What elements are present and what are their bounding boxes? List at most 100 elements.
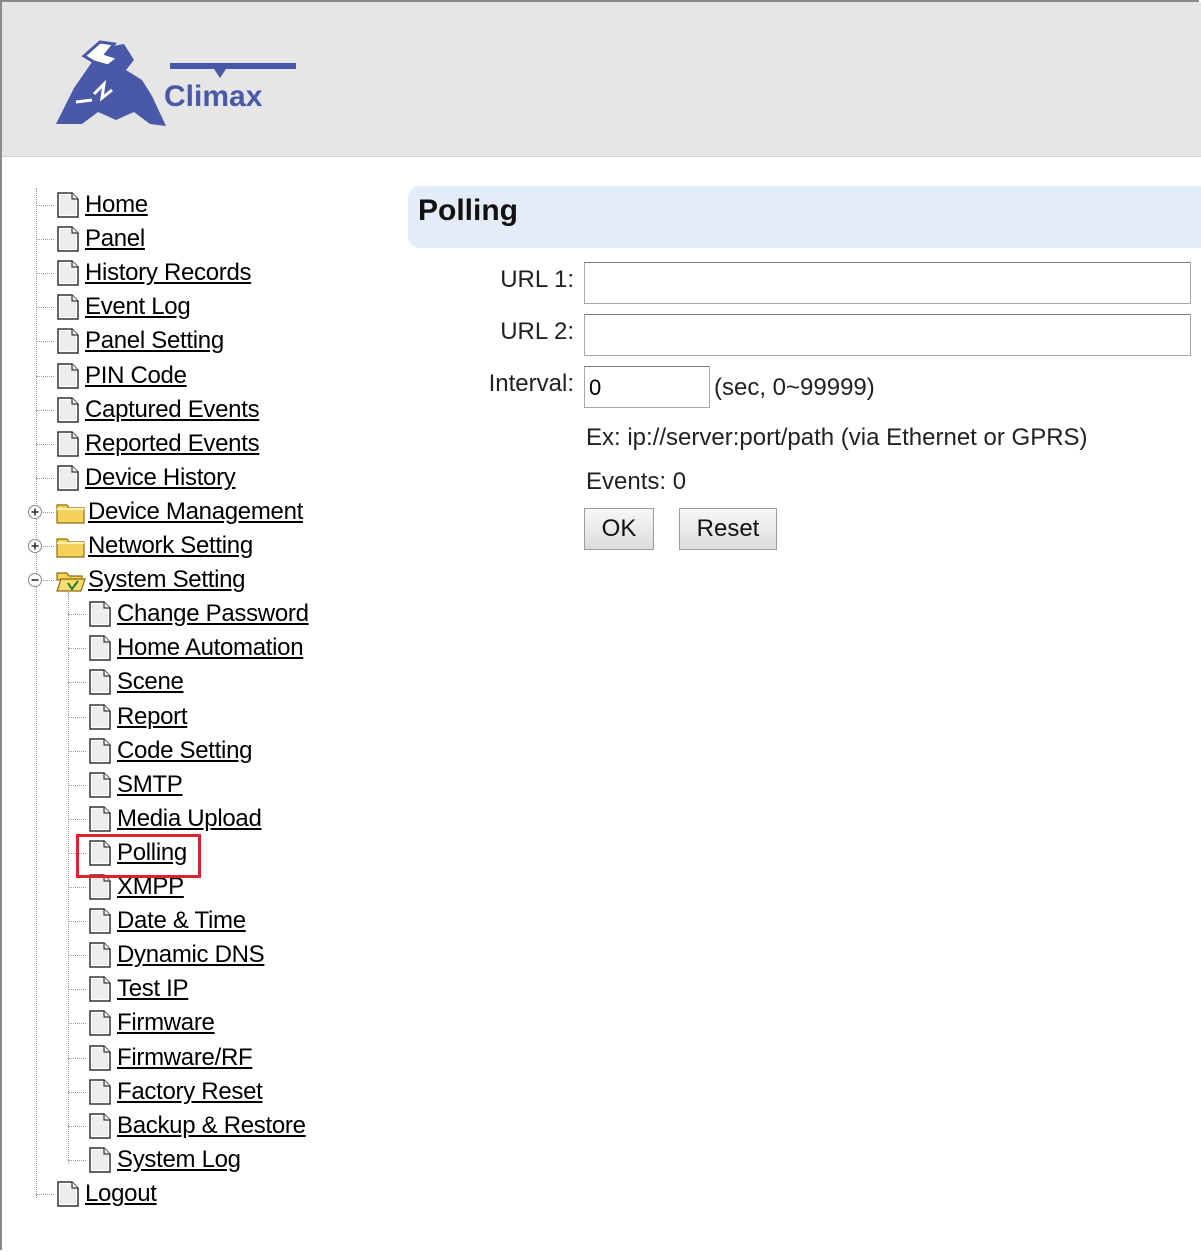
tree-item-code-setting[interactable]: Code Setting: [88, 734, 252, 768]
tree-line: [36, 273, 54, 274]
tree-item-network-setting[interactable]: Network Setting: [56, 529, 253, 563]
tree-item-dynamic-dns[interactable]: Dynamic DNS: [88, 938, 265, 972]
tree-line: [68, 1023, 86, 1024]
url1-input[interactable]: [584, 262, 1191, 304]
tree-link[interactable]: Reported Events: [85, 430, 260, 458]
tree-link[interactable]: Device Management: [88, 498, 303, 526]
tree-link[interactable]: System Log: [117, 1146, 241, 1174]
tree-line: [68, 1126, 86, 1127]
tree-item-test-ip[interactable]: Test IP: [88, 972, 189, 1006]
tree-line: [36, 410, 54, 411]
interval-input[interactable]: 0: [584, 366, 710, 408]
tree-link[interactable]: Firmware/RF: [117, 1044, 253, 1072]
tree-link[interactable]: Panel: [85, 225, 145, 253]
tree-link[interactable]: Panel Setting: [85, 327, 224, 355]
tree-line: [68, 717, 86, 718]
tree-item-home-automation[interactable]: Home Automation: [88, 631, 304, 665]
tree-item-scene[interactable]: Scene: [88, 665, 184, 699]
tree-item-media-upload[interactable]: Media Upload: [88, 802, 262, 836]
tree-item-firmware-rf[interactable]: Firmware/RF: [88, 1041, 253, 1075]
events-count: Events: 0: [586, 468, 687, 495]
expand-icon[interactable]: [27, 504, 43, 520]
tree-link[interactable]: History Records: [85, 259, 252, 287]
expand-icon[interactable]: [27, 538, 43, 554]
tree-link[interactable]: Logout: [85, 1180, 157, 1208]
reset-button[interactable]: Reset: [679, 508, 777, 550]
tree-item-logout[interactable]: Logout: [56, 1177, 157, 1211]
tree-item-report[interactable]: Report: [88, 700, 188, 734]
tree-link[interactable]: Change Password: [117, 600, 309, 628]
tree-line: [36, 205, 54, 206]
tree-link[interactable]: Captured Events: [85, 396, 260, 424]
page-icon: [56, 465, 85, 491]
tree-item-firmware[interactable]: Firmware: [88, 1006, 215, 1040]
logo-text: Climax: [164, 80, 263, 113]
page-title: Polling: [418, 194, 518, 227]
tree-link[interactable]: Code Setting: [117, 737, 252, 765]
page-icon: [88, 908, 117, 934]
tree-link[interactable]: SMTP: [117, 771, 183, 799]
tree-line: [68, 1160, 86, 1161]
tree-link[interactable]: PIN Code: [85, 362, 187, 390]
tree-item-system-log[interactable]: System Log: [88, 1143, 241, 1177]
tree-link[interactable]: Device History: [85, 464, 236, 492]
tree-item-factory-reset[interactable]: Factory Reset: [88, 1075, 263, 1109]
url2-input[interactable]: [584, 314, 1191, 356]
tree-link[interactable]: Home Automation: [117, 634, 304, 662]
tree-item-home[interactable]: Home: [56, 188, 148, 222]
tree-line: [36, 341, 54, 342]
tree-item-reported-events[interactable]: Reported Events: [56, 427, 260, 461]
tree-link[interactable]: Network Setting: [88, 532, 253, 560]
tree-item-history-records[interactable]: History Records: [56, 256, 252, 290]
tree-item-device-history[interactable]: Device History: [56, 461, 236, 495]
folder-open-icon: [56, 568, 88, 592]
example-text: Ex: ip://server:port/path (via Ethernet …: [586, 424, 1088, 451]
tree-item-system-setting[interactable]: System Setting: [56, 563, 246, 597]
page-icon: [56, 260, 85, 286]
tree-item-device-management[interactable]: Device Management: [56, 495, 303, 529]
tree-item-panel-setting[interactable]: Panel Setting: [56, 324, 224, 358]
page-icon: [88, 806, 117, 832]
page-icon: [88, 1079, 117, 1105]
tree-link[interactable]: Home: [85, 191, 148, 219]
tree-item-panel[interactable]: Panel: [56, 222, 145, 256]
interval-label: Interval:: [488, 370, 574, 397]
page-icon: [56, 226, 85, 252]
tree-link[interactable]: Media Upload: [117, 805, 262, 833]
tree-line: [36, 444, 54, 445]
page-icon: [56, 294, 85, 320]
ok-button[interactable]: OK: [584, 508, 654, 550]
page-icon: [88, 772, 117, 798]
tree-line: [68, 592, 69, 1164]
tree-link[interactable]: Factory Reset: [117, 1078, 263, 1106]
page-icon: [88, 635, 117, 661]
tree-link[interactable]: Firmware: [117, 1009, 215, 1037]
tree-link[interactable]: Test IP: [117, 975, 189, 1003]
tree-line: [36, 376, 54, 377]
tree-link[interactable]: Backup & Restore: [117, 1112, 306, 1140]
page-icon: [88, 976, 117, 1002]
tree-line: [36, 1194, 54, 1195]
url2-label: URL 2:: [500, 318, 574, 345]
tree-link[interactable]: Scene: [117, 668, 184, 696]
tree-item-event-log[interactable]: Event Log: [56, 290, 191, 324]
tree-link[interactable]: Event Log: [85, 293, 191, 321]
tree-link[interactable]: System Setting: [88, 566, 246, 594]
tree-link[interactable]: Date & Time: [117, 907, 246, 935]
selection-highlight: [76, 834, 201, 878]
tree-item-backup-and-restore[interactable]: Backup & Restore: [88, 1109, 306, 1143]
folder-icon: [56, 534, 88, 558]
tree-item-pin-code[interactable]: PIN Code: [56, 359, 187, 393]
tree-item-smtp[interactable]: SMTP: [88, 768, 183, 802]
tree-line: [68, 819, 86, 820]
tree-item-captured-events[interactable]: Captured Events: [56, 393, 260, 427]
page-icon: [88, 1010, 117, 1036]
collapse-icon[interactable]: [27, 572, 43, 588]
folder-icon: [56, 500, 88, 524]
tree-link[interactable]: Report: [117, 703, 188, 731]
tree-link[interactable]: Dynamic DNS: [117, 941, 265, 969]
tree-line: [36, 239, 54, 240]
tree-item-date-and-time[interactable]: Date & Time: [88, 904, 246, 938]
tree-item-change-password[interactable]: Change Password: [88, 597, 309, 631]
page-icon: [56, 1181, 85, 1207]
